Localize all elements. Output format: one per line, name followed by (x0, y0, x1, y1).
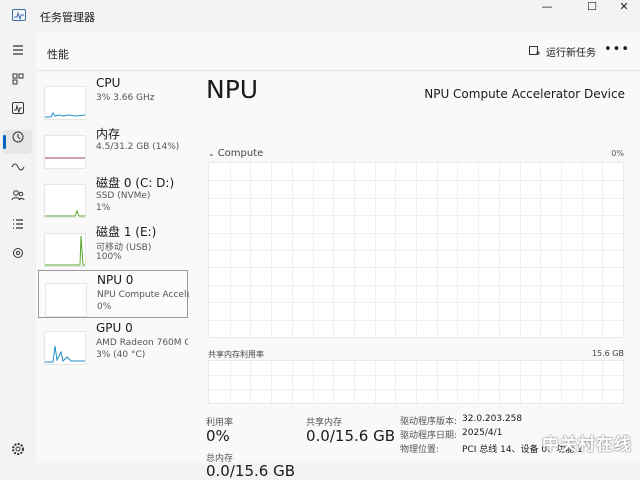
resource-item-5[interactable]: GPU 0 AMD Radeon 760M Graphics 3% (40 °C) (38, 319, 188, 367)
chevron-down-icon: ⌄ (208, 149, 215, 158)
maximize-button[interactable]: ☐ (576, 0, 608, 14)
device-name: NPU Compute Accelerator Device (424, 87, 625, 101)
sparkline (45, 112, 85, 118)
sparkline (45, 209, 85, 217)
compute-graph-grid (209, 163, 623, 337)
performance-icon[interactable] (8, 98, 28, 118)
navigation-rail (0, 32, 36, 463)
resource-usage: 3% (40 °C) (96, 350, 146, 360)
resource-title: NPU (206, 75, 259, 104)
resource-detail: 4.5/31.2 GB (14%) (96, 142, 180, 152)
resource-detail: SSD (NVMe) (96, 191, 151, 201)
compute-graph (208, 162, 624, 338)
resource-thumbnail-graph (44, 86, 86, 120)
page-header: 性能 运行新任务 ••• (36, 32, 640, 71)
graph-percent: 0% (611, 149, 624, 158)
resource-name: 磁盘 1 (E:) (96, 225, 157, 239)
services-icon[interactable] (8, 243, 28, 263)
total-memory-value: 0.0/15.6 GB (206, 462, 295, 480)
resource-name: NPU 0 (97, 273, 134, 287)
resource-usage: 1% (96, 203, 111, 213)
resource-thumbnail-graph (45, 283, 87, 317)
settings-icon[interactable] (10, 441, 26, 457)
title-bar: 任务管理器 — ☐ ✕ (0, 0, 640, 32)
more-options-button[interactable]: ••• (604, 42, 630, 57)
resource-usage: 100% (96, 252, 122, 262)
resource-name: 磁盘 0 (C: D:) (96, 176, 175, 190)
run-task-icon (529, 46, 540, 55)
driver-date-label: 驱动程序日期: (400, 431, 458, 441)
startup-icon[interactable] (8, 156, 28, 176)
graph-engine-label: Compute (217, 148, 264, 159)
resource-list: CPU 3% 3.66 GHz 内存 4.5/31.2 GB (14%) 磁盘 0 (C… (36, 70, 189, 463)
sparkline (45, 157, 85, 159)
resource-item-0[interactable]: CPU 3% 3.66 GHz (38, 74, 188, 122)
task-manager-app-icon (12, 9, 26, 21)
shared-memory-graph-grid (209, 361, 623, 403)
resource-item-1[interactable]: 内存 4.5/31.2 GB (14%) (38, 123, 188, 171)
processes-icon[interactable] (8, 69, 28, 89)
resource-thumbnail-graph (44, 233, 86, 267)
resource-item-3[interactable]: 磁盘 1 (E:) 可移动 (USB) 100% (38, 221, 188, 269)
graph-engine-selector[interactable]: ⌄ Compute (208, 148, 263, 159)
driver-version-value: 32.0.203.258 (462, 414, 523, 424)
window-title: 任务管理器 (40, 11, 95, 24)
detail-pane: NPU NPU Compute Accelerator Device ⌄ Comp… (198, 70, 640, 480)
history-icon[interactable] (8, 127, 28, 147)
menu-icon[interactable] (8, 40, 28, 60)
resource-detail: NPU Compute Accelerator Device (97, 290, 189, 300)
resource-item-2[interactable]: 磁盘 0 (C: D:) SSD (NVMe) 1% (38, 172, 188, 220)
shared-memory-graph-label: 共享内存利用率 (208, 350, 264, 359)
resource-name: 内存 (96, 127, 121, 141)
sparkline (45, 235, 85, 266)
minimize-button[interactable]: — (531, 0, 563, 14)
driver-version-label: 驱动程序版本: (400, 417, 458, 427)
shared-memory-value: 0.0/15.6 GB (306, 427, 395, 445)
users-icon[interactable] (8, 185, 28, 205)
resource-usage: 0% (97, 302, 112, 312)
resource-name: GPU 0 (96, 321, 133, 335)
close-button[interactable]: ✕ (608, 0, 640, 14)
main-panel: 性能 运行新任务 ••• CPU 3% 3.66 GHz 内存 4.5/31.2 GB… (36, 32, 640, 480)
run-new-task-button[interactable]: 运行新任务 (529, 44, 596, 59)
utilization-value: 0% (206, 427, 230, 445)
run-new-task-label: 运行新任务 (546, 48, 596, 59)
resource-item-4[interactable]: NPU 0 NPU Compute Accelerator Device 0% (38, 270, 189, 318)
shared-memory-capacity: 15.6 GB (591, 349, 624, 358)
sparkline (45, 345, 85, 363)
resource-name: CPU (96, 76, 121, 90)
driver-date-value: 2025/4/1 (462, 428, 503, 438)
active-nav-indicator (3, 135, 6, 149)
resource-thumbnail-graph (44, 135, 86, 169)
physical-location-label: 物理位置: (400, 445, 440, 455)
page-title: 性能 (47, 48, 69, 61)
resource-thumbnail-graph (44, 331, 86, 365)
resource-thumbnail-graph (44, 184, 86, 218)
resource-detail: 3% 3.66 GHz (96, 93, 155, 103)
shared-memory-graph (208, 360, 624, 404)
watermark-logo: 中关村在线 (542, 435, 632, 455)
resource-detail: AMD Radeon 760M Graphics (96, 338, 188, 348)
details-icon[interactable] (8, 214, 28, 234)
